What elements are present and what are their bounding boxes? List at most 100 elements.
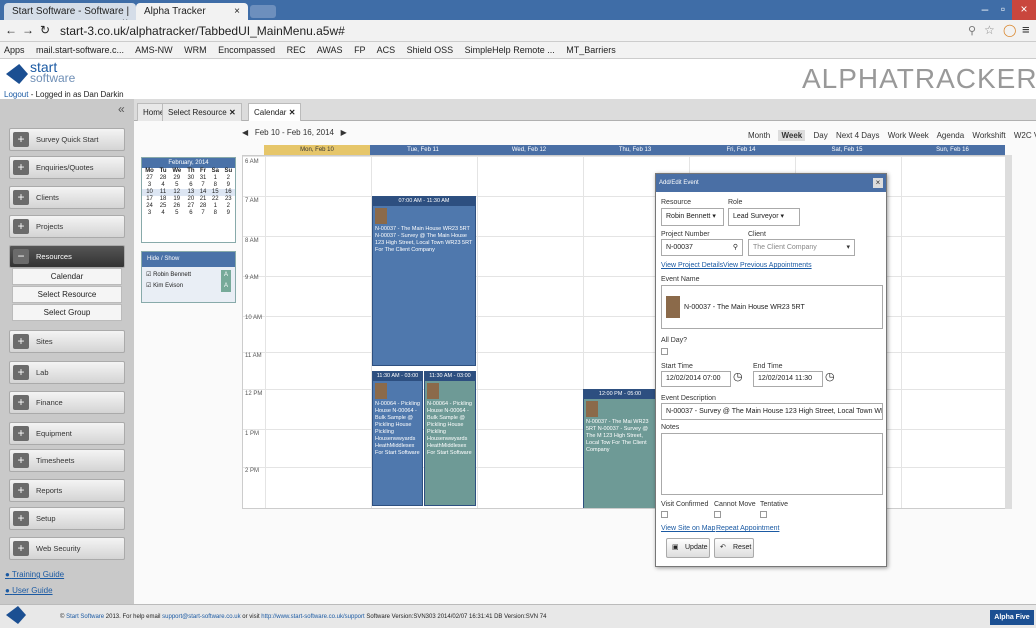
- calendar-grid[interactable]: 6 AM 7 AM 8 AM 9 AM 10 AM 11 AM 12 PM 1 …: [242, 155, 1012, 509]
- sidebar-item-projects[interactable]: + Projects: [9, 215, 125, 238]
- mini-calendar-day[interactable]: 9: [222, 182, 235, 189]
- bookmark-apps[interactable]: Apps: [4, 45, 25, 55]
- mini-calendar-day[interactable]: 27: [185, 203, 198, 210]
- calendar-event[interactable]: 07:00 AM - 11:30 AM N-00037 - The Main H…: [372, 196, 476, 366]
- mini-calendar-day[interactable]: 13: [184, 189, 198, 196]
- menu-icon[interactable]: ≡: [1022, 22, 1030, 37]
- mini-calendar-day[interactable]: 7: [197, 182, 209, 189]
- bookmark-shield[interactable]: Shield OSS: [407, 45, 454, 55]
- update-button[interactable]: ▣ Update: [666, 538, 710, 558]
- day-header-mon[interactable]: Mon, Feb 10: [264, 145, 370, 155]
- mini-calendar-day[interactable]: 18: [157, 196, 169, 203]
- checkbox[interactable]: ☑: [146, 272, 151, 278]
- sidebar-item-equipment[interactable]: + Equipment: [9, 422, 125, 445]
- star-icon[interactable]: ☆: [984, 23, 995, 37]
- close-window-icon[interactable]: ×: [1012, 0, 1036, 20]
- user-guide-link[interactable]: ● User Guide: [5, 586, 53, 595]
- day-header-sun[interactable]: Sun, Feb 16: [900, 145, 1005, 155]
- mini-calendar-day[interactable]: 12: [169, 189, 185, 196]
- forward-icon[interactable]: →: [22, 23, 34, 37]
- support-email-link[interactable]: support@start-software.co.uk: [162, 614, 240, 620]
- cannot-move-checkbox[interactable]: [714, 511, 721, 518]
- end-time-input[interactable]: 12/02/2014 11:30: [753, 371, 823, 387]
- sidebar-item-reports[interactable]: + Reports: [9, 479, 125, 502]
- sidebar-sub-calendar[interactable]: Calendar: [12, 268, 122, 285]
- calendar-event[interactable]: 11:30 AM - 03:00 N-00064 - Pickling Hous…: [424, 371, 476, 506]
- close-icon[interactable]: ✕: [229, 108, 236, 117]
- minimize-icon[interactable]: –: [976, 0, 994, 20]
- sidebar-item-lab[interactable]: + Lab: [9, 361, 125, 384]
- bookmark-ams[interactable]: AMS-NW: [135, 45, 173, 55]
- sidebar-item-finance[interactable]: + Finance: [9, 391, 125, 414]
- mini-calendar-day[interactable]: 31: [197, 175, 209, 182]
- mini-calendar-day[interactable]: 9: [222, 210, 235, 217]
- mini-calendar-day[interactable]: 29: [169, 175, 184, 182]
- allday-checkbox[interactable]: [661, 348, 668, 355]
- repeat-appointment-link[interactable]: Repeat Appointment: [716, 525, 779, 532]
- new-tab-button[interactable]: [250, 5, 276, 18]
- view-project-details-link[interactable]: View Project Details: [661, 262, 723, 269]
- notes-textarea[interactable]: [661, 433, 883, 495]
- role-select[interactable]: Lead Surveyor ▾: [728, 208, 800, 226]
- mini-calendar-day[interactable]: 19: [169, 196, 184, 203]
- sidebar-item-resources[interactable]: − Resources: [9, 245, 125, 268]
- bookmark-fp[interactable]: FP: [354, 45, 366, 55]
- view-agenda[interactable]: Agenda: [937, 131, 965, 140]
- checkbox[interactable]: ☑: [146, 283, 151, 289]
- mini-calendar-day[interactable]: 3: [142, 210, 157, 217]
- mini-calendar-day[interactable]: 6: [185, 210, 198, 217]
- sidebar-item-sites[interactable]: + Sites: [9, 330, 125, 353]
- sidebar-item-enquiries[interactable]: + Enquiries/Quotes: [9, 156, 125, 179]
- sidebar-item-web-security[interactable]: + Web Security: [9, 537, 125, 560]
- mini-calendar-day[interactable]: 2: [222, 175, 235, 182]
- reset-button[interactable]: ↶ Reset: [714, 538, 754, 558]
- mini-calendar-day[interactable]: 5: [169, 210, 184, 217]
- client-select[interactable]: The Client Company ▾: [748, 239, 855, 256]
- mini-calendar-day[interactable]: 1: [209, 175, 222, 182]
- mini-calendar-day[interactable]: 1: [209, 203, 222, 210]
- sidebar-item-setup[interactable]: + Setup: [9, 507, 125, 530]
- back-icon[interactable]: ←: [5, 23, 17, 37]
- mini-calendar-day[interactable]: 6: [185, 182, 198, 189]
- mini-calendar-day[interactable]: 8: [209, 182, 222, 189]
- close-icon[interactable]: ×: [873, 178, 883, 188]
- visit-confirmed-checkbox[interactable]: [661, 511, 668, 518]
- mini-calendar-day[interactable]: 28: [157, 175, 169, 182]
- view-w2c[interactable]: W2C View: [1014, 131, 1036, 140]
- mini-calendar-day[interactable]: 3: [142, 182, 157, 189]
- next-week-icon[interactable]: ▶: [341, 128, 347, 137]
- mini-calendar-day[interactable]: 23: [222, 196, 235, 203]
- mini-calendar-day[interactable]: 5: [169, 182, 184, 189]
- bookmark-rec[interactable]: REC: [287, 45, 306, 55]
- mini-calendar-day[interactable]: 7: [197, 210, 209, 217]
- close-icon[interactable]: ✕: [289, 108, 296, 117]
- mini-calendar-day[interactable]: 4: [157, 182, 169, 189]
- logout-link[interactable]: Logout: [4, 90, 28, 99]
- project-number-input[interactable]: N-00037 ⚲: [661, 239, 743, 256]
- mini-calendar-day[interactable]: 11: [157, 189, 170, 196]
- collapse-icon[interactable]: «: [118, 102, 125, 116]
- mini-calendar-day[interactable]: 16: [221, 189, 235, 196]
- bookmark-wrm[interactable]: WRM: [184, 45, 207, 55]
- calendar-event[interactable]: 11:30 AM - 03:00 N-00064 - Pickling Hous…: [372, 371, 423, 506]
- tab-select-resource[interactable]: Select Resource ✕: [162, 103, 242, 121]
- day-header-tue[interactable]: Tue, Feb 11: [370, 145, 476, 155]
- event-name-field[interactable]: N-00037 - The Main House WR23 5RT: [661, 285, 883, 329]
- sidebar-item-clients[interactable]: + Clients: [9, 186, 125, 209]
- mini-calendar-day[interactable]: 4: [157, 210, 169, 217]
- bookmark-awas[interactable]: AWAS: [317, 45, 343, 55]
- mini-calendar-day[interactable]: 2: [222, 203, 235, 210]
- clock-icon[interactable]: ◷: [733, 370, 743, 383]
- view-week[interactable]: Week: [778, 130, 806, 141]
- browser-tab-alpha-tracker[interactable]: Alpha Tracker ×: [136, 3, 248, 20]
- day-header-wed[interactable]: Wed, Feb 12: [476, 145, 582, 155]
- tentative-checkbox[interactable]: [760, 511, 767, 518]
- extension-icon[interactable]: ◯: [1003, 23, 1016, 37]
- url-input[interactable]: start-3.co.uk/alphatracker/TabbedUI_Main…: [60, 22, 960, 40]
- day-header-fri[interactable]: Fri, Feb 14: [688, 145, 794, 155]
- clock-icon[interactable]: ◷: [825, 370, 835, 383]
- view-day[interactable]: Day: [813, 131, 827, 140]
- calendar-scrollbar[interactable]: [1005, 155, 1012, 509]
- reload-icon[interactable]: ↻: [40, 23, 50, 37]
- resource-row[interactable]: ☑ Kim Evison A: [146, 281, 231, 292]
